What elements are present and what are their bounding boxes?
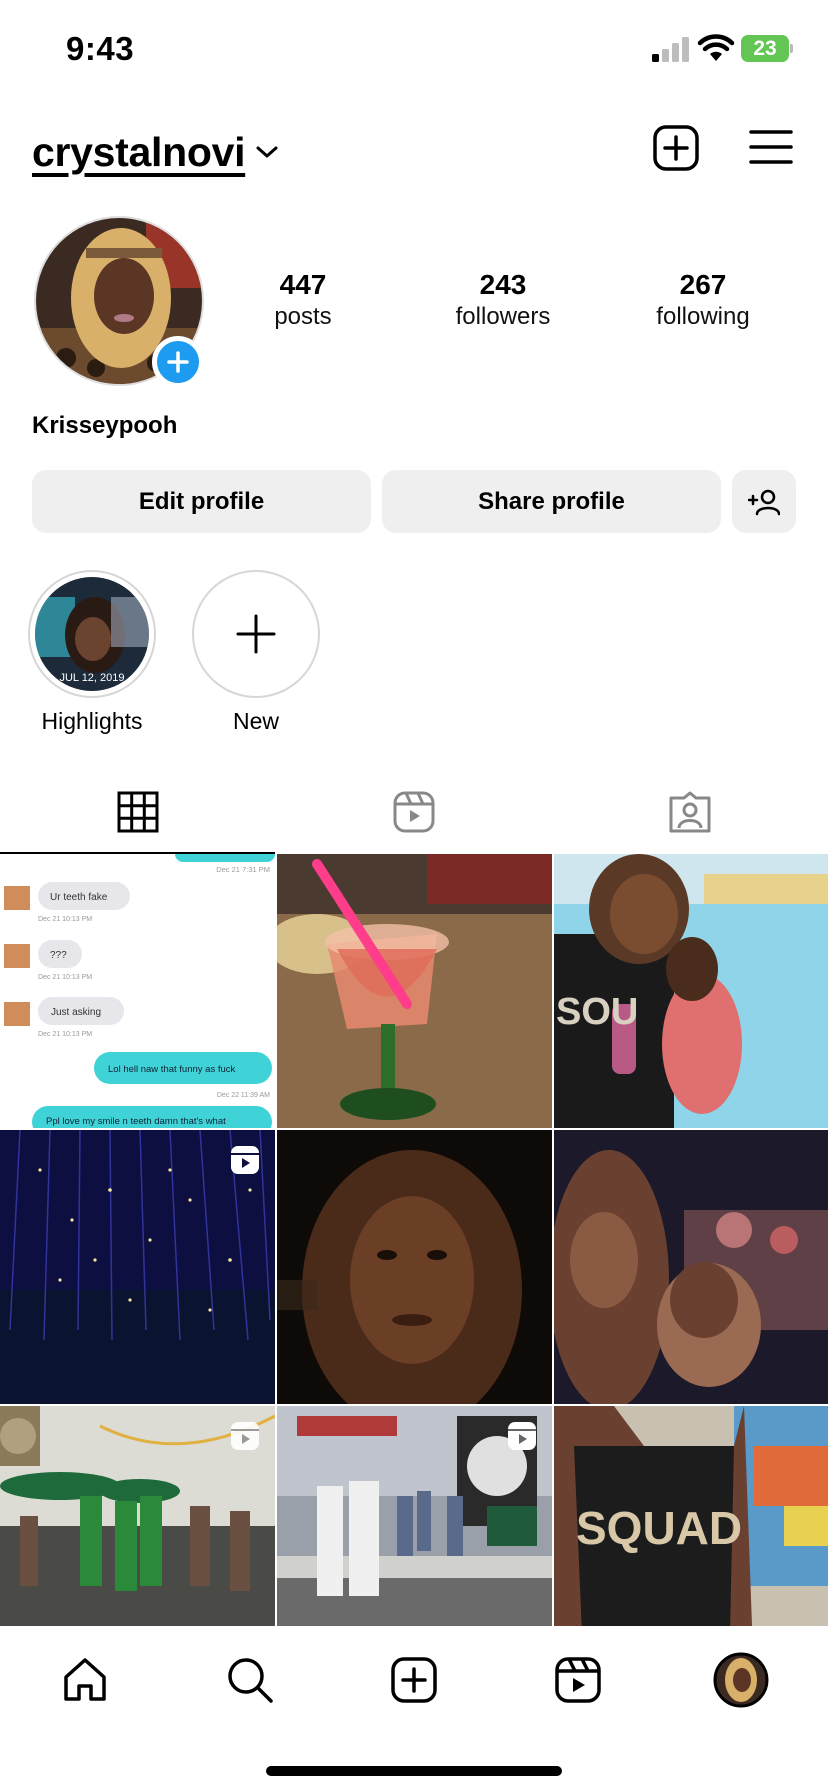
edit-profile-button[interactable]: Edit profile: [32, 470, 371, 533]
post-thumbnail[interactable]: [277, 1130, 552, 1404]
post-thumbnail[interactable]: [277, 1406, 552, 1626]
status-bar: 9:43 23: [0, 0, 828, 96]
search-icon: [228, 1658, 273, 1703]
stat-label: posts: [274, 303, 332, 330]
profile-avatar[interactable]: [34, 216, 204, 388]
new-highlight[interactable]: New: [191, 570, 321, 735]
nav-reels[interactable]: [550, 1652, 606, 1708]
chat-message: Ur teeth fake: [50, 892, 108, 903]
add-story-button[interactable]: [152, 336, 204, 388]
tab-tagged[interactable]: [552, 770, 828, 854]
reel-badge-icon: [231, 1422, 259, 1450]
highlight-item[interactable]: JUL 12, 2019 Highlights: [27, 570, 157, 735]
stat-label: followers: [455, 303, 551, 330]
highlight-cover: JUL 12, 2019: [35, 577, 149, 691]
discover-people-button[interactable]: [732, 470, 796, 533]
chat-timestamp: Dec 22 11:39 AM: [217, 1092, 270, 1099]
battery-level: 23: [741, 35, 789, 62]
tab-posts-grid[interactable]: [0, 770, 276, 854]
home-indicator: [266, 1766, 562, 1776]
highlight-label: New: [232, 708, 279, 734]
plus-icon: [236, 614, 276, 654]
status-time: 9:43: [66, 30, 135, 67]
bottom-navigation: [0, 1626, 828, 1792]
username: crystalnovi: [32, 128, 246, 175]
chat-message: ???: [50, 950, 67, 961]
posts-grid: Dec 21 7:31 PM Ur teeth fake Dec 21 10:1…: [0, 854, 828, 1626]
post-thumbnail[interactable]: Dec 21 7:31 PM Ur teeth fake Dec 21 10:1…: [0, 854, 275, 1128]
highlight-label: Highlights: [41, 708, 143, 734]
content-tabs: [0, 770, 828, 854]
highlight-cover-date: JUL 12, 2019: [59, 672, 124, 684]
following-count[interactable]: 267 following: [623, 268, 783, 332]
post-thumbnail[interactable]: [0, 1406, 275, 1626]
nav-create[interactable]: [386, 1652, 442, 1708]
nav-home[interactable]: [57, 1652, 113, 1708]
nav-search[interactable]: [222, 1652, 278, 1708]
wifi-icon: [697, 34, 735, 61]
tab-reels[interactable]: [276, 770, 552, 854]
chat-message: Ppl love my smile n teeth damn that's wh…: [46, 1116, 226, 1127]
post-thumbnail[interactable]: SOU: [554, 854, 828, 1128]
shirt-text: SQUAD: [576, 1502, 742, 1554]
chat-timestamp: Dec 21 7:31 PM: [216, 865, 270, 874]
profile-header: crystalnovi: [0, 110, 828, 190]
cellular-signal-icon: [652, 37, 689, 62]
profile-actions: Edit profile Share profile: [32, 470, 796, 534]
post-thumbnail[interactable]: [277, 854, 552, 1128]
chevron-down-icon: [256, 146, 278, 158]
posts-count[interactable]: 447 posts: [223, 268, 383, 332]
grid-icon: [117, 791, 159, 833]
display-name: Krisseypooh: [32, 412, 178, 439]
share-profile-button[interactable]: Share profile: [382, 470, 721, 533]
chat-timestamp: Dec 21 10:13 PM: [38, 916, 92, 923]
reels-icon: [555, 1657, 601, 1703]
stat-value: 243: [479, 269, 527, 300]
hamburger-menu-icon[interactable]: [748, 126, 794, 168]
stat-value: 267: [679, 269, 727, 300]
chat-timestamp: Dec 21 10:13 PM: [38, 1031, 92, 1038]
post-thumbnail[interactable]: [0, 1130, 275, 1404]
chat-message: Just asking: [51, 1007, 101, 1018]
tagged-person-icon: [669, 791, 711, 833]
post-thumbnail[interactable]: [554, 1130, 828, 1404]
reel-badge-icon: [231, 1146, 259, 1174]
chat-timestamp: Dec 21 10:13 PM: [38, 974, 92, 981]
account-switcher[interactable]: crystalnovi: [32, 124, 279, 180]
stat-label: following: [656, 303, 750, 330]
reel-badge-icon: [508, 1422, 536, 1450]
create-icon: [391, 1657, 437, 1703]
post-thumbnail[interactable]: SQUAD: [554, 1406, 828, 1626]
followers-count[interactable]: 243 followers: [423, 268, 583, 332]
add-person-icon: [748, 489, 780, 515]
home-icon: [64, 1658, 106, 1701]
shirt-text: SOU: [556, 991, 638, 1033]
battery-indicator: 23: [741, 35, 793, 62]
stat-value: 447: [279, 269, 327, 300]
plus-square-icon[interactable]: [652, 124, 700, 172]
nav-profile[interactable]: [713, 1652, 769, 1708]
reels-icon: [393, 791, 435, 833]
profile-avatar: [713, 1652, 769, 1708]
plus-icon: [167, 351, 189, 373]
chat-message: Lol hell naw that funny as fuck: [108, 1064, 236, 1075]
